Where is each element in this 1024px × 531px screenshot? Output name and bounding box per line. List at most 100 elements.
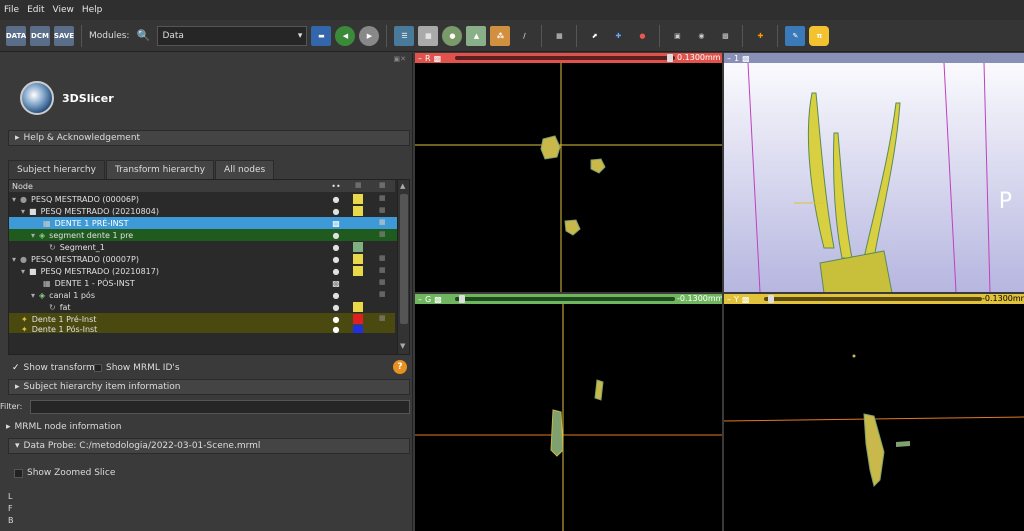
tree-row[interactable]: ✦ Dente 1 Pré-Inst ● ▦ [9,313,395,325]
red-slice-view[interactable]: – R ▩ 0.1300mm [415,53,722,292]
place-fiducial-icon[interactable]: ✚ [608,26,628,46]
save-button[interactable]: SAVE [54,25,74,46]
volumes-icon[interactable]: ▦ [418,25,439,46]
color-swatch[interactable] [353,266,363,276]
eye-icon[interactable]: ● [331,291,341,300]
transform-icon[interactable]: ▦ [379,314,389,324]
layout-icon[interactable]: ▦ [549,26,569,46]
green-slider-knob[interactable] [459,295,465,303]
transform-icon[interactable]: ▦ [379,206,389,216]
markups-icon[interactable]: ⁂ [490,25,511,46]
module-selector[interactable]: Data ▾ [157,25,308,46]
yellow-slice-slider[interactable] [764,297,982,301]
color-swatch[interactable] [353,325,363,333]
data-probe-section[interactable]: ▾ Data Probe: C:/metodologia/2022-03-01-S… [8,438,410,454]
transform-icon[interactable]: ▦ [379,230,389,240]
pin-icon[interactable]: – [727,54,731,63]
tree-row[interactable]: ▾ ◈ canal 1 pós ● ▦ [9,289,395,301]
expand-icon[interactable]: ▾ [9,207,25,216]
tree-scrollbar[interactable]: ▲ ▼ [397,180,409,354]
link-icon[interactable]: ▩ [434,295,442,304]
expand-icon[interactable]: ▾ [9,255,16,264]
color-swatch[interactable] [353,254,363,264]
pointer-icon[interactable]: ⬈ [584,26,604,46]
camera-icon[interactable]: ◉ [691,26,711,46]
crosshair-icon[interactable]: ✚ [750,26,770,46]
color-swatch[interactable] [353,314,363,324]
eye-icon[interactable]: ● [331,195,341,204]
back-arrow-icon[interactable]: ◀ [335,25,356,46]
eye-icon[interactable]: ● [331,231,341,240]
forward-arrow-icon[interactable]: ▶ [359,25,380,46]
color-swatch[interactable] [353,194,363,204]
mrml-section[interactable]: ▸ MRML node information [0,419,410,435]
link-icon[interactable]: ▩ [742,54,750,63]
color-swatch[interactable] [353,242,363,252]
eye-icon[interactable]: ● [331,315,341,324]
color-swatch[interactable] [353,206,363,216]
link-icon[interactable]: ▩ [434,54,442,63]
help-section[interactable]: ▸ Help & Acknowledgement [8,130,410,146]
green-slice-view[interactable]: – G ▩ -0.1300mm [415,294,722,531]
sh-info-section[interactable]: ▸ Subject hierarchy item information [8,379,410,395]
green-slice-slider[interactable] [455,297,675,301]
help-icon[interactable]: ? [393,360,407,374]
module-history-icon[interactable]: ▬ [311,25,332,46]
editor-icon[interactable]: ▲ [466,25,487,46]
python-icon[interactable]: π [809,25,830,46]
eye-icon[interactable]: ● [331,207,341,216]
tree-row[interactable]: ▦ DENTE 1 - PÓS-INST ▩ ▦ [9,277,395,289]
eye-icon[interactable]: ● [331,267,341,276]
yellow-slice-offset[interactable]: -0.1300mm [982,294,1024,304]
tree-row[interactable]: ↻ Segment_1 ● [9,241,395,253]
tree-row[interactable]: ▾ ● PESQ MESTRADO (00007P) ● ▦ [9,253,395,265]
transform-icon[interactable]: ▦ [379,266,389,276]
tree-row[interactable]: ▾ ■ PESQ MESTRADO (20210804) ● ▦ [9,205,395,217]
scroll-up-icon[interactable]: ▲ [400,182,405,190]
screenshot-icon[interactable]: ▣ [667,26,687,46]
pin-icon[interactable]: – [418,295,422,304]
scene-view-icon[interactable]: ▩ [715,26,735,46]
expand-icon[interactable]: ▾ [9,231,35,240]
place-point-icon[interactable]: ● [632,26,652,46]
eye-icon[interactable]: ● [331,243,341,252]
filter-input[interactable] [30,400,410,414]
menu-help[interactable]: Help [82,5,103,15]
segment-icon[interactable]: ● [442,25,463,46]
show-zoomed-slice-option[interactable]: Show Zoomed Slice [14,468,115,478]
extensions-icon[interactable]: ✎ [785,25,806,46]
eye-icon[interactable]: ● [331,303,341,312]
ruler-icon[interactable]: ∕ [514,26,534,46]
scroll-thumb[interactable] [400,194,408,324]
tree-row[interactable]: ▾ ■ PESQ MESTRADO (20210817) ● ▦ [9,265,395,277]
3d-view[interactable]: –1 ▩ P [724,53,1024,292]
models-icon[interactable]: ☰ [394,25,415,46]
transform-icon[interactable]: ▦ [379,218,389,228]
search-icon[interactable]: 🔍 [133,26,153,46]
show-transforms-option[interactable]: ✓ Show transforms [12,363,100,373]
dcm-button[interactable]: DCM [30,25,50,46]
expand-icon[interactable]: ▾ [9,195,16,204]
checkbox-checked-icon[interactable]: ✓ [12,363,20,373]
tab-all-nodes[interactable]: All nodes [215,160,275,180]
menu-edit[interactable]: Edit [27,5,44,15]
tab-transform-hierarchy[interactable]: Transform hierarchy [105,160,215,180]
volume-show-icon[interactable]: ▩ [331,279,341,288]
link-icon[interactable]: ▩ [742,295,750,304]
tree-row[interactable]: ✦ Dente 1 Pós-Inst ● [9,325,395,333]
transform-icon[interactable]: ▦ [379,194,389,204]
tree-row[interactable]: ▾ ● PESQ MESTRADO (00006P) ● ▦ [9,193,395,205]
eye-icon[interactable]: ● [331,325,341,333]
transform-icon[interactable]: ▦ [379,278,389,288]
menu-view[interactable]: View [53,5,74,15]
tree-row[interactable]: ▾ ◈ segment dente 1 pre ● ▦ [9,229,409,241]
red-slider-knob[interactable] [667,54,673,62]
expand-icon[interactable]: ▾ [9,267,25,276]
green-slice-offset[interactable]: -0.1300mm [677,294,722,304]
tab-subject-hierarchy[interactable]: Subject hierarchy [8,160,105,180]
tree-row-selected[interactable]: ▦ DENTE 1 PRÉ-INST ▩ ▦ [9,217,409,229]
volume-show-icon[interactable]: ▩ [331,219,341,228]
eye-icon[interactable]: ● [331,255,341,264]
show-ids-option[interactable]: Show MRML ID's [94,363,180,373]
menu-file[interactable]: File [4,5,19,15]
